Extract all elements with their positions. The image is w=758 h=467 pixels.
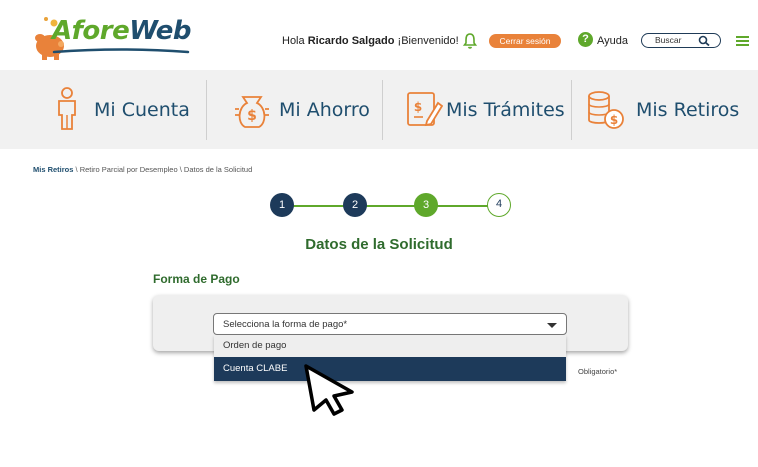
required-note: Obligatorio* (578, 367, 618, 376)
bell-icon[interactable] (462, 32, 478, 50)
payment-method-dropdown: Orden de pago Cuenta CLABE (214, 335, 566, 381)
help-icon[interactable]: ? (578, 32, 593, 47)
coins-icon: $ (588, 91, 624, 129)
svg-text:$: $ (414, 100, 422, 114)
payment-method-select-value: Selecciona la forma de pago* (223, 319, 348, 330)
stepper-line (282, 205, 502, 207)
option-cuenta-clabe[interactable]: Cuenta CLABE (214, 357, 566, 381)
greeting: Hola Ricardo Salgado ¡Bienvenido! (282, 35, 459, 47)
nav-label-mi-cuenta: Mi Cuenta (94, 99, 190, 121)
nav-label-mis-retiros: Mis Retiros (636, 99, 740, 121)
search-icon[interactable] (697, 35, 711, 46)
step-3-current: 3 (414, 193, 438, 217)
nav-item-mis-tramites[interactable]: $ Mis Trámites (383, 70, 571, 149)
nav-label-mis-tramites: Mis Trámites (446, 99, 565, 121)
user-name: Ricardo Salgado (307, 35, 395, 47)
svg-text:$: $ (247, 108, 257, 124)
page: AforeWeb Hola Ricardo Salgado ¡Bienvenid… (0, 0, 758, 467)
user-icon (58, 87, 76, 130)
step-1: 1 (270, 193, 294, 217)
form-edit-icon: $ (407, 92, 443, 127)
option-orden-de-pago[interactable]: Orden de pago (214, 335, 566, 357)
page-title: Datos de la Solicitud (305, 236, 453, 253)
breadcrumb: Mis Retiros \ Retiro Parcial por Desempl… (33, 165, 252, 174)
svg-text:$: $ (610, 113, 618, 127)
help-link[interactable]: Ayuda (597, 35, 628, 47)
greeting-suffix: ¡Bienvenido! (397, 35, 459, 47)
nav-item-mi-cuenta[interactable]: Mi Cuenta (0, 70, 206, 149)
header: AforeWeb Hola Ricardo Salgado ¡Bienvenid… (0, 0, 758, 70)
nav-item-mis-retiros[interactable]: $ Mis Retiros (572, 70, 758, 149)
greeting-prefix: Hola (282, 35, 305, 47)
nav-item-mi-ahorro[interactable]: $ Mi Ahorro (207, 70, 382, 149)
logo-swoosh-icon (52, 48, 190, 54)
search-label: Buscar (655, 35, 682, 45)
payment-method-select[interactable]: Selecciona la forma de pago* (213, 313, 567, 335)
step-2: 2 (343, 193, 367, 217)
search-input[interactable]: Buscar (641, 33, 721, 48)
progress-stepper: 1 2 3 4 (270, 193, 515, 219)
breadcrumb-link-mis-retiros[interactable]: Mis Retiros (33, 165, 73, 174)
section-heading-forma-de-pago: Forma de Pago (153, 272, 240, 286)
money-bag-icon: $ (235, 96, 269, 128)
logo-text-web: Web (129, 16, 192, 46)
caret-down-icon[interactable] (547, 323, 557, 328)
logo-wordmark[interactable]: AforeWeb (52, 16, 192, 46)
mouse-pointer-icon (304, 364, 354, 416)
menu-icon[interactable] (736, 36, 749, 46)
nav-label-mi-ahorro: Mi Ahorro (279, 99, 370, 121)
breadcrumb-path: \ Retiro Parcial por Desempleo \ Datos d… (73, 165, 253, 174)
logo-text-afore: Afore (52, 16, 130, 46)
step-4: 4 (487, 193, 511, 217)
main-nav: Mi Cuenta $ Mi Ahorro $ Mis Trámites $ M… (0, 70, 758, 149)
logout-button[interactable]: Cerrar sesión (489, 34, 561, 48)
